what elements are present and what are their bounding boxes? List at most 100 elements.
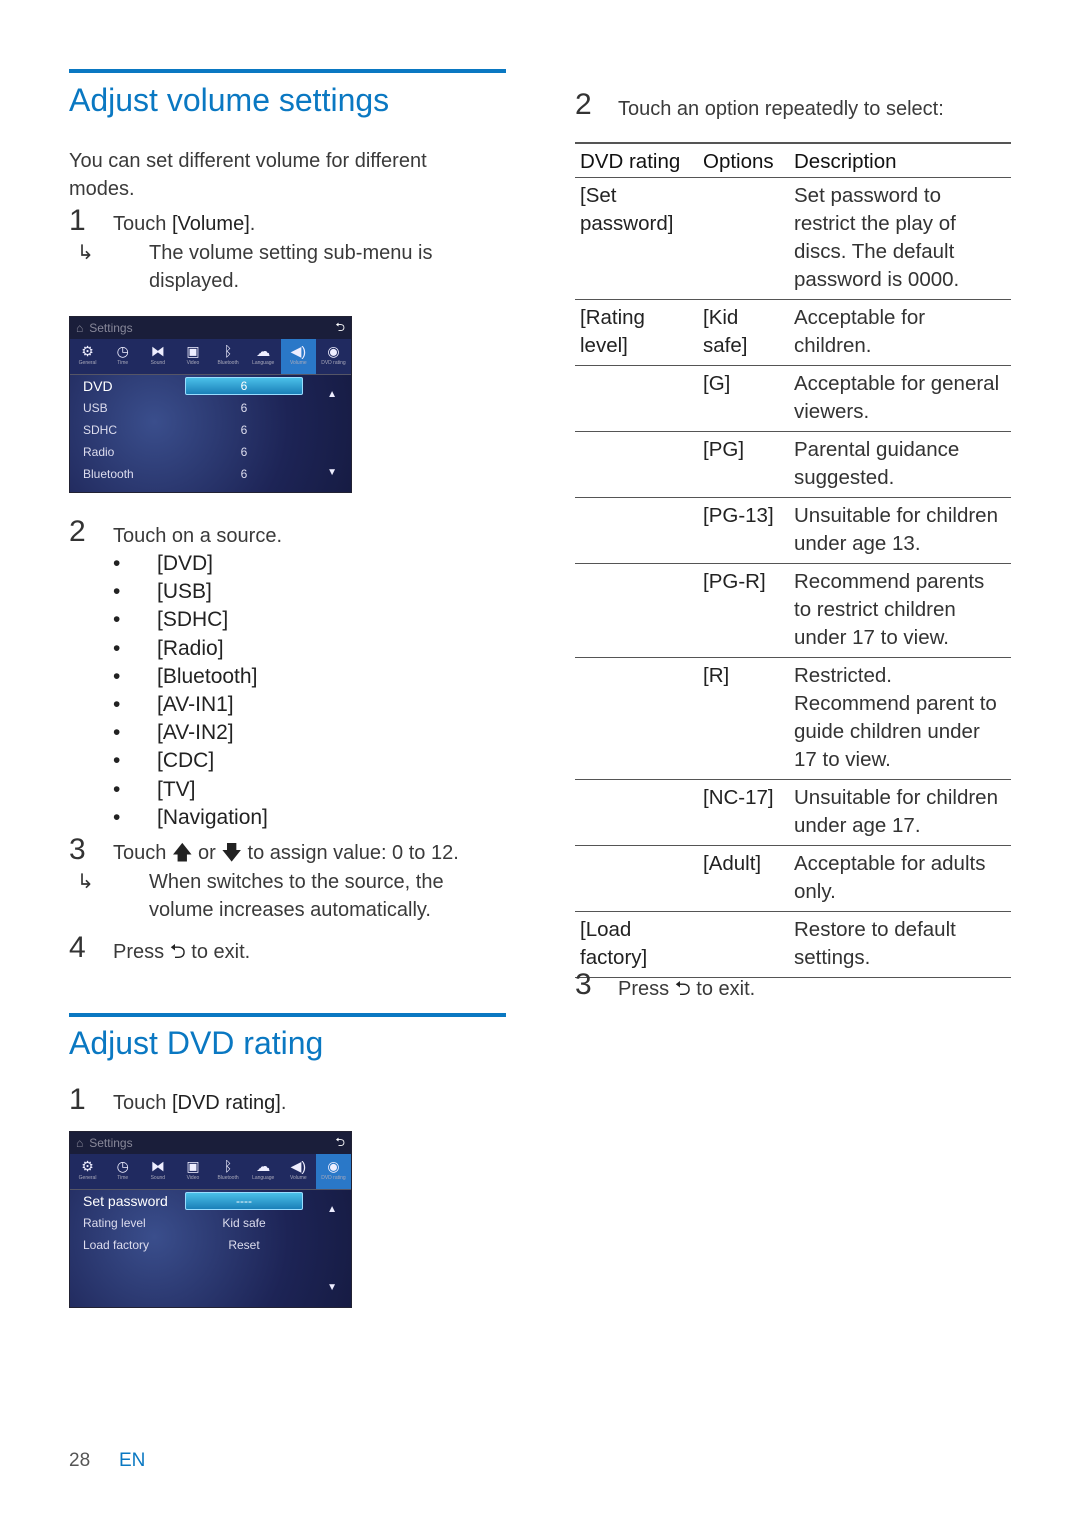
step-number: 2 — [575, 88, 592, 121]
tab-label: General — [78, 360, 97, 366]
row-label: Set password — [83, 1193, 168, 1209]
back-icon: ⮌ — [335, 1134, 345, 1149]
row-value: ---- — [185, 1192, 303, 1210]
table-header-row: DVD rating Options Description — [575, 142, 1011, 178]
section-title-dvd: Adjust DVD rating — [69, 1025, 324, 1061]
home-icon: ⌂ — [76, 1136, 84, 1150]
row-label: Rating level — [83, 1216, 146, 1230]
source-item: [CDC] — [113, 747, 268, 775]
screen-tab: ☁ Language — [246, 339, 281, 374]
row-label: Load factory — [83, 1238, 150, 1252]
back-icon: ⮌ — [335, 319, 345, 334]
option-cell: [G] — [698, 365, 789, 432]
screen-tab: ◷ Time — [105, 339, 140, 374]
section-title-volume: Adjust volume settings — [69, 82, 390, 118]
tab-label: Bluetooth — [217, 360, 239, 366]
screen-tab: ⚙ General — [70, 1154, 105, 1189]
row-value: 6 — [240, 423, 248, 437]
source-item: [AV-IN2] — [113, 719, 268, 747]
row-value: 6 — [240, 467, 248, 481]
tab-icon: ◉ — [327, 1158, 340, 1174]
step-number: 1 — [69, 204, 86, 237]
tab-label: DVD rating — [321, 1175, 346, 1181]
screen-tab: ⧓ Sound — [140, 339, 175, 374]
rating-cell — [575, 563, 698, 658]
source-item: [Navigation] — [113, 804, 268, 832]
step-text: Touch on a source. — [113, 525, 282, 547]
back-icon: ⮌ — [169, 941, 186, 963]
tab-label: DVD rating — [321, 360, 346, 366]
option-cell — [698, 177, 789, 300]
tab-label: Language — [252, 360, 275, 366]
description-cell: Recommend parents to restrict children u… — [789, 563, 1011, 658]
tab-label: Time — [117, 360, 129, 366]
screen-row: Rating level Kid safe — [70, 1212, 351, 1234]
dvd-rating-screen-image: ⌂ Settings ⮌ ⚙ General ◷ Time ⧓ Sound ▣ Video ᛒ Blu… — [69, 1131, 352, 1308]
tab-icon: ◷ — [116, 343, 129, 359]
description-cell: Acceptable for general viewers. — [789, 365, 1011, 432]
screen-tab: ⧓ Sound — [140, 1154, 175, 1189]
screen-tab: ◉ DVD rating — [315, 1154, 351, 1189]
screen-tab: ᛒ Bluetooth — [211, 1154, 246, 1189]
step-result: ↳ When switches to the source, the volume… — [77, 868, 483, 924]
row-value: Kid safe — [222, 1216, 266, 1230]
row-label: DVD — [83, 378, 113, 394]
step-text: Touch [Volume]. — [113, 213, 256, 235]
screen-header: Settings — [89, 321, 133, 335]
screen-tabs: ⚙ General ◷ Time ⧓ Sound ▣ Video ᛒ Bluetooth ☁ Lang… — [70, 339, 351, 375]
tab-label: Video — [186, 360, 200, 366]
table-row: [Load factory] Restore to default setting… — [575, 911, 1011, 978]
tab-icon: ⧓ — [150, 1158, 165, 1174]
screen-row: DVD 6 — [70, 375, 351, 397]
screen-row: Bluetooth 6 — [70, 463, 351, 485]
rating-cell: [Set password] — [575, 177, 698, 300]
step-text: Press ⮌ to exit. — [618, 978, 756, 1000]
tab-label: General — [78, 1175, 97, 1181]
table-row: [NC-17] Unsuitable for children under age… — [575, 779, 1011, 846]
screen-tab: ᛒ Bluetooth — [211, 339, 246, 374]
table-row: [Set password] Set password to restrict t… — [575, 177, 1011, 300]
option-cell: [PG-R] — [698, 563, 789, 658]
option-cell: [Adult] — [698, 845, 789, 912]
volume-screen-image: ⌂ Settings ⮌ ⚙ General ◷ Time ⧓ Sound ▣ Video ᛒ Blu… — [69, 316, 352, 493]
step-text: Press ⮌ to exit. — [113, 941, 251, 963]
tab-icon: ⚙ — [81, 343, 94, 359]
tab-label: Language — [252, 1175, 275, 1181]
screen-tab: ▣ Video — [175, 1154, 210, 1189]
option-cell: [NC-17] — [698, 779, 789, 846]
up-arrow-icon: 🡅 — [171, 842, 193, 864]
screen-tabs: ⚙ General ◷ Time ⧓ Sound ▣ Video ᛒ Bluetooth ☁ Lang… — [70, 1154, 351, 1190]
option-cell: [PG-13] — [698, 497, 789, 564]
step-text: Touch an option repeatedly to select: — [618, 98, 944, 120]
source-item: [AV-IN1] — [113, 691, 268, 719]
description-cell: Unsuitable for children under age 13. — [789, 497, 1011, 564]
rating-cell — [575, 431, 698, 498]
rating-cell — [575, 657, 698, 780]
screen-row: SDHC 6 — [70, 419, 351, 441]
screen-tab: ◀) Volume — [281, 1154, 316, 1189]
step-number: 3 — [575, 968, 592, 1001]
row-label: USB — [83, 401, 108, 415]
option-cell — [698, 911, 789, 978]
screen-tab: ☁ Language — [246, 1154, 281, 1189]
tab-icon: ◀) — [290, 343, 307, 359]
description-cell: Parental guidance suggested. — [789, 431, 1011, 498]
source-item: [Bluetooth] — [113, 663, 268, 691]
tab-icon: ᛒ — [223, 343, 233, 359]
rating-cell — [575, 779, 698, 846]
screen-tab: ⚙ General — [70, 339, 105, 374]
column-header: Options — [698, 142, 789, 178]
home-icon: ⌂ — [76, 321, 84, 335]
language-code: EN — [119, 1450, 146, 1471]
screen-row: USB 6 — [70, 397, 351, 419]
table-row: [R] Restricted. Recommend parent to guide… — [575, 657, 1011, 780]
table-row: [PG-R] Recommend parents to restrict chil… — [575, 563, 1011, 658]
tab-label: Bluetooth — [217, 1175, 239, 1181]
intro-text: You can set different volume for differe… — [69, 150, 427, 200]
screen-header: Settings — [89, 1136, 133, 1150]
step-number: 2 — [69, 515, 86, 548]
row-value: Reset — [228, 1238, 260, 1252]
back-icon: ⮌ — [674, 978, 691, 1000]
tab-icon: ⧓ — [150, 343, 165, 359]
tab-icon: ◷ — [116, 1158, 129, 1174]
